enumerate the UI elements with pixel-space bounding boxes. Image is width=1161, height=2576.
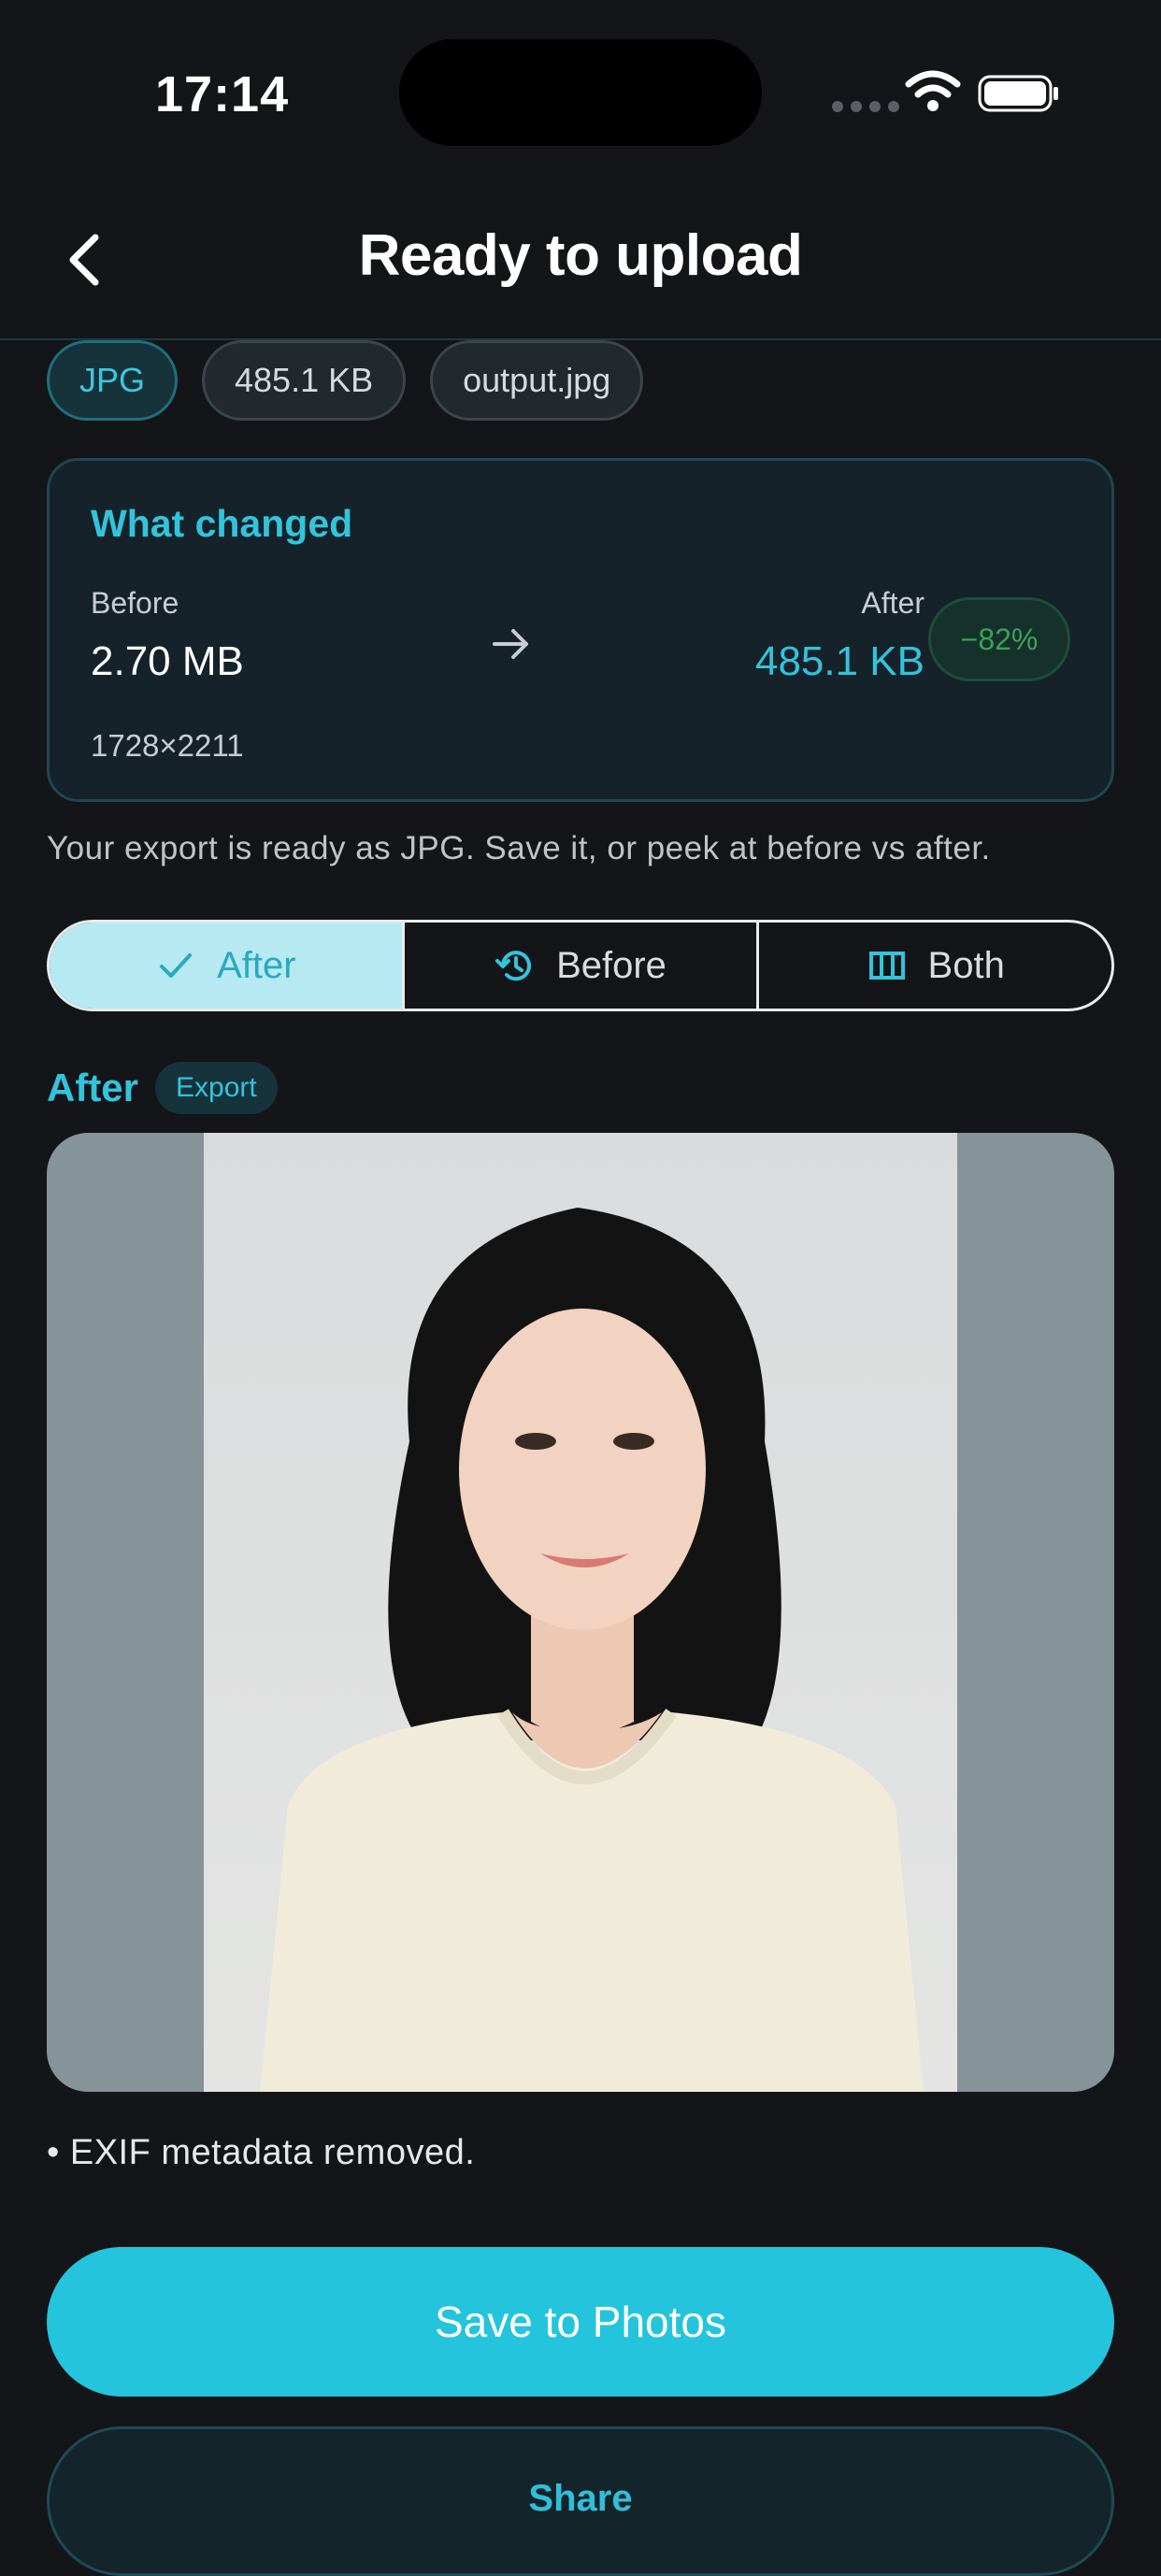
size-reduction-badge: −82% (928, 597, 1070, 681)
size-chip: 485.1 KB (202, 340, 407, 421)
before-size: 2.70 MB (91, 638, 244, 684)
cellular-signal-icon (832, 101, 899, 112)
after-size: 485.1 KB (754, 638, 924, 684)
before-label: Before (91, 586, 179, 620)
share-button[interactable]: Share (47, 2426, 1114, 2576)
columns-icon (868, 952, 905, 980)
view-mode-segmented-control: After Before Both (47, 920, 1114, 1011)
segment-label: Before (556, 944, 666, 986)
status-time: 17:14 (155, 66, 290, 122)
preview-title: After (47, 1066, 139, 1109)
status-bar: 17:14 (0, 0, 1161, 187)
nav-bar: Ready to upload (0, 187, 1161, 340)
file-info-chips: JPG 485.1 KB output.jpg (47, 340, 644, 421)
segment-before[interactable]: Before (405, 923, 760, 1009)
wifi-icon (905, 70, 961, 111)
exif-note: • EXIF metadata removed. (47, 2133, 476, 2172)
save-to-photos-button[interactable]: Save to Photos (47, 2247, 1114, 2397)
dynamic-island (399, 39, 762, 146)
filename-chip: output.jpg (430, 340, 644, 421)
history-icon (495, 951, 532, 981)
format-chip: JPG (47, 340, 179, 421)
what-changed-card: What changed Before 2.70 MB 1728×2211 Af… (47, 458, 1114, 802)
after-label: After (861, 586, 924, 620)
battery-icon (978, 75, 1058, 112)
segment-label: Both (927, 944, 1005, 986)
portrait-photo (204, 1133, 957, 2092)
segment-both[interactable]: Both (759, 923, 1111, 1009)
segment-after[interactable]: After (50, 923, 405, 1009)
export-badge: Export (155, 1062, 278, 1114)
ready-message: Your export is ready as JPG. Save it, or… (47, 830, 991, 866)
preview-header: After Export (47, 1062, 278, 1114)
dimensions: 1728×2211 (91, 728, 244, 763)
arrow-right-icon (493, 629, 528, 659)
image-preview (47, 1133, 1114, 2092)
card-title: What changed (91, 502, 353, 545)
segment-label: After (217, 944, 296, 986)
page-title: Ready to upload (358, 223, 803, 288)
check-icon (160, 953, 193, 978)
